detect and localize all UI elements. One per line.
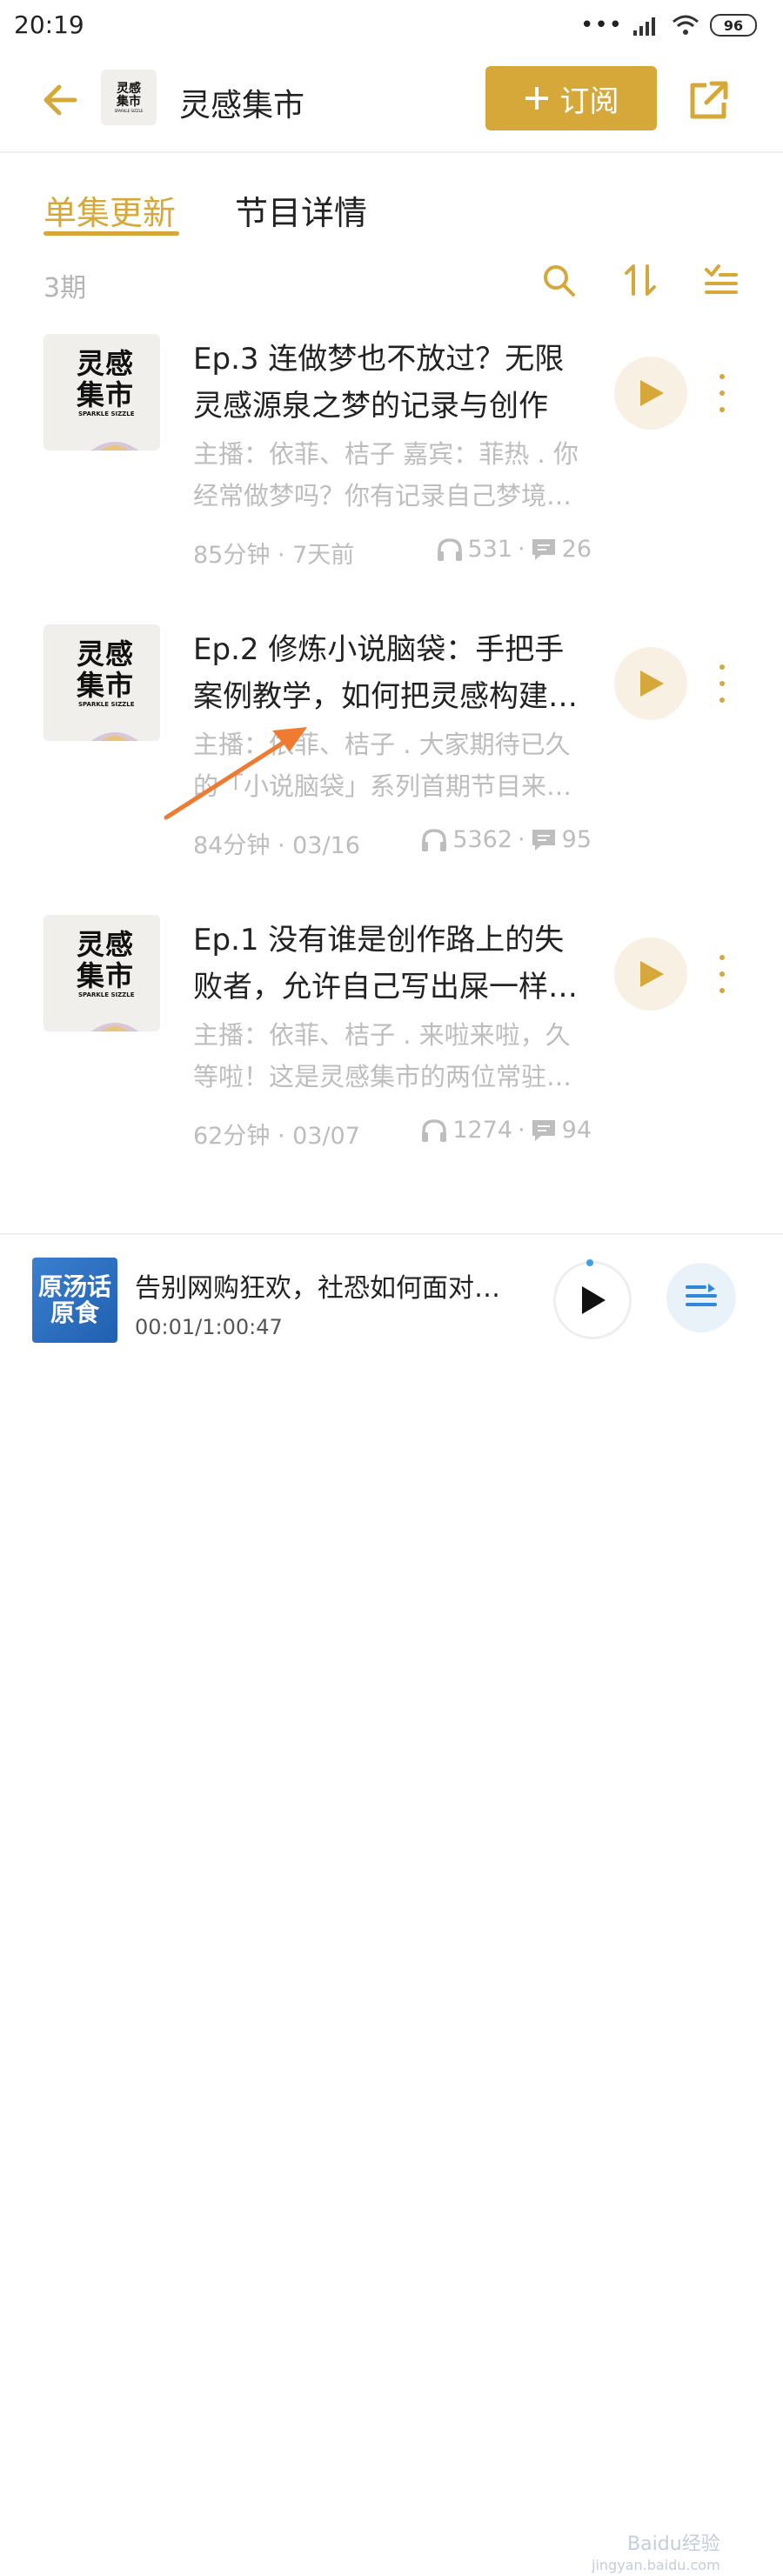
logo-sub: SPARKLE SIZZLE [114, 108, 144, 113]
comment-count: 94 [561, 1117, 592, 1144]
episode-title: Ep.3 连做梦也不放过？无限灵感源泉之梦的记录与创作 [193, 342, 565, 424]
episode-play-button[interactable] [614, 647, 687, 720]
tab-active-indicator [44, 231, 179, 236]
play-icon [640, 961, 664, 987]
episode-item[interactable]: 灵感 集市 SPARKLE SIZZLE Ep.1 没有谁是创作路上的失败者，允许… [0, 915, 783, 1176]
headphones-icon [422, 1118, 447, 1142]
comment-icon [532, 1119, 555, 1141]
cover-title: 灵感 集市 [77, 347, 135, 411]
cover-fan-graphic [90, 1023, 139, 1031]
more-options-button[interactable] [712, 374, 733, 412]
more-options-button[interactable] [712, 955, 733, 993]
play-count: 1274 [452, 1117, 513, 1144]
more-options-button[interactable] [712, 664, 733, 703]
play-count: 5362 [452, 826, 513, 853]
back-arrow-icon[interactable] [40, 78, 84, 122]
cover-fan-graphic [90, 732, 139, 741]
mini-player-title: 告别网购狂欢，社恐如何面对… [135, 1273, 500, 1304]
cover-title: 灵感 集市 [77, 637, 135, 702]
header-bar: 灵感 集市 SPARKLE SIZZLE 灵感集市 订阅 [0, 61, 783, 153]
subscribe-button[interactable]: 订阅 [485, 66, 657, 130]
podcast-logo: 灵感 集市 SPARKLE SIZZLE [101, 70, 157, 125]
episode-item[interactable]: 灵感 集市 SPARKLE SIZZLE Ep.3 连做梦也不放过？无限灵感源泉之… [0, 334, 783, 595]
mini-player-cover: 原汤话原食 [32, 1258, 117, 1343]
tab-details[interactable]: 节目详情 [235, 186, 367, 234]
more-dots-icon: ••• [579, 12, 623, 38]
battery-indicator: 96 [710, 14, 757, 37]
mini-player-play-button[interactable] [553, 1261, 632, 1339]
episode-count: 3期 [44, 273, 87, 304]
cover-subtitle: SPARKLE SIZZLE [78, 991, 135, 998]
comment-icon [532, 829, 555, 851]
annotation-arrow-icon [164, 727, 307, 820]
episode-description: 主播：依菲、桔子 嘉宾：菲热 . 你经常做梦吗？你有记录自己梦境… [193, 439, 579, 511]
play-icon [582, 1286, 606, 1314]
wifi-icon [673, 15, 699, 35]
episode-description: 主播：依菲、桔子 . 来啦来啦，久等啦！这是灵感集市的两位常驻… [193, 1020, 572, 1091]
mini-player[interactable]: 原汤话原食 告别网购狂欢，社恐如何面对… 00:01/1:00:47 Baidu… [0, 1233, 783, 2573]
cover-subtitle: SPARKLE SIZZLE [78, 410, 135, 417]
subscribe-label: 订阅 [559, 83, 619, 119]
progress-indicator [586, 1259, 593, 1266]
episode-item[interactable]: 灵感 集市 SPARKLE SIZZLE Ep.2 修炼小说脑袋：手把手案例教学，… [0, 624, 783, 885]
episode-stats: 1274 · 94 [421, 1117, 592, 1144]
tab-episodes[interactable]: 单集更新 [44, 186, 176, 234]
comment-count: 26 [561, 536, 592, 563]
search-icon[interactable] [541, 263, 576, 297]
cover-title: 灵感 集市 [77, 928, 135, 992]
play-icon [640, 380, 664, 406]
logo-line1: 灵感 [117, 81, 141, 96]
mini-player-time: 00:01/1:00:47 [135, 1315, 283, 1339]
episode-play-button[interactable] [614, 357, 687, 430]
headphones-icon [422, 828, 447, 851]
comment-icon [532, 538, 555, 560]
status-icons: ••• 96 [580, 12, 757, 38]
headphones-icon [437, 537, 462, 561]
status-time: 20:19 [14, 10, 84, 39]
sort-icon[interactable] [623, 263, 658, 297]
comment-count: 95 [561, 826, 592, 853]
logo-line2: 集市 [117, 94, 141, 109]
play-icon [640, 671, 664, 697]
baidu-watermark: Baidu经验 jingyan.baidu.com [592, 2533, 720, 2574]
play-count: 531 [467, 536, 513, 563]
cover-subtitle: SPARKLE SIZZLE [78, 701, 135, 708]
episode-title: Ep.2 修炼小说脑袋：手把手案例教学，如何把灵感构建… [193, 632, 578, 714]
episode-cover: 灵感 集市 SPARKLE SIZZLE [44, 334, 160, 450]
batch-select-icon[interactable] [703, 263, 738, 297]
episode-stats: 531 · 26 [437, 536, 592, 563]
plus-icon [525, 87, 548, 110]
episode-cover: 灵感 集市 SPARKLE SIZZLE [44, 624, 160, 741]
playlist-button[interactable] [666, 1263, 736, 1332]
episode-play-button[interactable] [614, 938, 687, 1011]
podcast-title: 灵感集市 [179, 88, 305, 123]
episode-stats: 5362 · 95 [421, 826, 592, 853]
playlist-icon [686, 1284, 717, 1306]
share-icon[interactable] [687, 80, 729, 122]
cover-fan-graphic [90, 442, 139, 450]
signal-icon [633, 17, 655, 36]
episode-cover: 灵感 集市 SPARKLE SIZZLE [44, 915, 160, 1031]
episode-title: Ep.1 没有谁是创作路上的失败者，允许自己写出屎一样… [193, 923, 578, 1004]
